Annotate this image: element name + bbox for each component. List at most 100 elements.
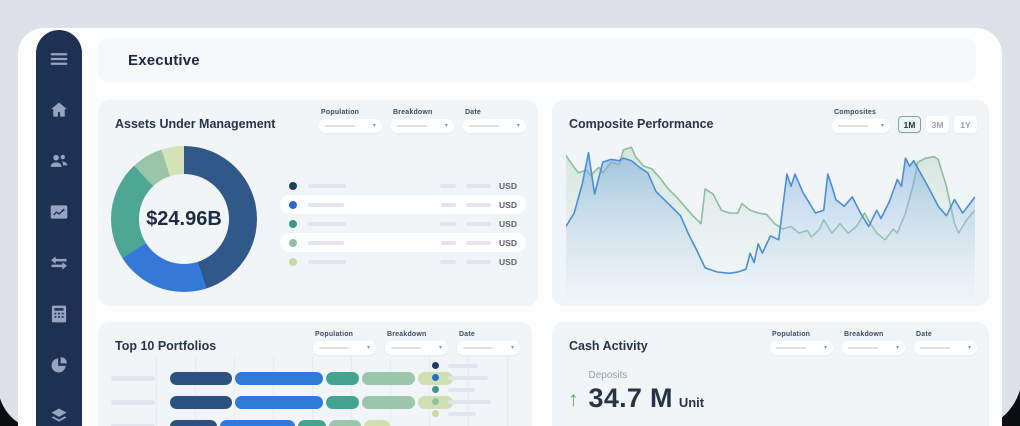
legend-label-skeleton bbox=[448, 388, 475, 392]
aum-legend: USDUSDUSDUSDUSD bbox=[280, 176, 526, 271]
filter-breakdown: Breakdown▾ bbox=[385, 331, 448, 355]
composites-dropdown[interactable]: ▾ bbox=[832, 119, 890, 133]
filter-population: Population ▾ bbox=[313, 331, 376, 355]
transfers-icon[interactable] bbox=[48, 252, 70, 273]
breakdown-dropdown[interactable]: ▾ bbox=[391, 119, 454, 133]
population-dropdown[interactable]: ▾ bbox=[770, 341, 833, 355]
card-cash-activity: Cash Activity Population▾Breakdown▾Date▾… bbox=[552, 322, 989, 426]
dropdown-placeholder bbox=[776, 347, 806, 349]
cash-filters: Population▾Breakdown▾Date▾ bbox=[770, 331, 977, 355]
composite-performance-chart[interactable] bbox=[566, 138, 975, 298]
chevron-down-icon: ▾ bbox=[511, 345, 514, 351]
bar-segment bbox=[364, 420, 390, 426]
legend-value-skeleton bbox=[466, 184, 491, 188]
menu-icon[interactable] bbox=[48, 48, 70, 69]
legend-value-skeleton bbox=[466, 203, 491, 207]
chevron-down-icon: ▾ bbox=[968, 345, 971, 351]
legend-value-skeleton bbox=[466, 241, 491, 245]
legend-dot bbox=[289, 239, 297, 247]
portfolio-bar-row[interactable] bbox=[111, 414, 432, 426]
legend-label-skeleton bbox=[308, 222, 346, 226]
legend-value-skeleton bbox=[441, 203, 456, 207]
legend-dot bbox=[432, 386, 439, 393]
legend-dot bbox=[432, 374, 439, 381]
filter-label: Composites bbox=[834, 109, 890, 116]
holdings-layers-icon[interactable] bbox=[48, 405, 70, 426]
calculator-icon[interactable] bbox=[48, 303, 70, 324]
aum-filters: Population▾Breakdown▾Date▾ bbox=[319, 109, 526, 133]
dashboard: Executive Assets Under Management Popula… bbox=[0, 0, 1020, 426]
portfolio-bar-row[interactable] bbox=[111, 390, 432, 414]
filter-population: Population▾ bbox=[770, 331, 833, 355]
sidebar bbox=[36, 30, 82, 426]
top10-legend-item[interactable] bbox=[432, 398, 524, 405]
bar-segment bbox=[235, 372, 323, 385]
top10-legend-item[interactable] bbox=[432, 374, 524, 381]
legend-currency: USD bbox=[499, 257, 517, 267]
deposits-label: Deposits bbox=[589, 370, 705, 381]
top10-legend-item[interactable] bbox=[432, 410, 524, 417]
legend-label-skeleton bbox=[308, 203, 344, 207]
filter-label: Breakdown bbox=[844, 331, 905, 338]
range-button-group: 1M 3M 1Y bbox=[898, 116, 977, 133]
breakdown-dropdown[interactable]: ▾ bbox=[842, 341, 905, 355]
dropdown-placeholder bbox=[463, 347, 493, 349]
portfolio-label-skeleton bbox=[111, 400, 155, 405]
aum-legend-row[interactable]: USD bbox=[280, 233, 526, 252]
filter-breakdown: Breakdown ▾ bbox=[842, 331, 905, 355]
filter-population: Population▾ bbox=[319, 109, 382, 133]
legend-dot bbox=[432, 410, 439, 417]
filter-date: Date▾ bbox=[463, 109, 526, 133]
card-title: Assets Under Management bbox=[115, 117, 275, 131]
legend-dot bbox=[289, 258, 297, 266]
aum-legend-row[interactable]: USD bbox=[280, 252, 526, 271]
bar-segment bbox=[326, 372, 359, 385]
date-dropdown[interactable]: ▾ bbox=[457, 341, 520, 355]
date-dropdown[interactable]: ▾ bbox=[914, 341, 977, 355]
chevron-down-icon: ▾ bbox=[896, 345, 899, 351]
aum-legend-row[interactable]: USD bbox=[280, 195, 526, 214]
range-button-1m[interactable]: 1M bbox=[898, 116, 921, 133]
legend-label-skeleton bbox=[308, 241, 344, 245]
legend-value-skeleton bbox=[440, 222, 456, 226]
date-dropdown[interactable]: ▾ bbox=[463, 119, 526, 133]
dropdown-placeholder bbox=[319, 347, 349, 349]
top10-legend-item[interactable] bbox=[432, 386, 524, 393]
card-top-10-portfolios: Top 10 Portfolios Population▾Breakdown▾D… bbox=[98, 322, 532, 426]
users-icon[interactable] bbox=[48, 150, 70, 171]
filter-label: Population bbox=[315, 331, 376, 338]
population-dropdown[interactable]: ▾ bbox=[319, 119, 382, 133]
card-assets-under-management: Assets Under Management Population▾Break… bbox=[98, 100, 538, 306]
range-button-3m[interactable]: 3M bbox=[926, 116, 949, 133]
portfolio-bar-row[interactable] bbox=[111, 366, 432, 390]
aum-donut-chart[interactable]: $24.96B bbox=[111, 146, 257, 292]
card-title: Top 10 Portfolios bbox=[115, 339, 216, 353]
aum-legend-row[interactable]: USD bbox=[280, 214, 526, 233]
top10-legend-item[interactable] bbox=[432, 362, 524, 369]
dropdown-placeholder bbox=[920, 347, 950, 349]
donut-hole: $24.96B bbox=[139, 174, 229, 264]
legend-dot bbox=[289, 220, 297, 228]
home-icon[interactable] bbox=[48, 99, 70, 120]
legend-value-skeleton bbox=[466, 260, 491, 264]
population-dropdown[interactable]: ▾ bbox=[313, 341, 376, 355]
allocation-pie-icon[interactable] bbox=[48, 354, 70, 375]
bar-segment bbox=[329, 420, 361, 426]
card-composite-performance: Composite Performance Composites ▾ 1M3M1… bbox=[552, 100, 989, 306]
legend-label-skeleton bbox=[448, 412, 476, 416]
legend-value-skeleton bbox=[440, 184, 456, 188]
chevron-down-icon: ▾ bbox=[439, 345, 442, 351]
chevron-down-icon: ▾ bbox=[824, 345, 827, 351]
legend-value-skeleton bbox=[441, 241, 456, 245]
bar-segment bbox=[326, 396, 359, 409]
legend-value-skeleton bbox=[440, 260, 456, 264]
performance-chart-icon[interactable] bbox=[48, 201, 70, 222]
breakdown-dropdown[interactable]: ▾ bbox=[385, 341, 448, 355]
portfolio-label-skeleton bbox=[111, 376, 155, 381]
legend-value-skeleton bbox=[466, 222, 491, 226]
chevron-down-icon: ▾ bbox=[445, 123, 448, 129]
range-button-1y[interactable]: 1Y bbox=[954, 116, 977, 133]
deposits-unit: Unit bbox=[679, 395, 704, 410]
aum-legend-row[interactable]: USD bbox=[280, 176, 526, 195]
legend-dot bbox=[289, 201, 297, 209]
